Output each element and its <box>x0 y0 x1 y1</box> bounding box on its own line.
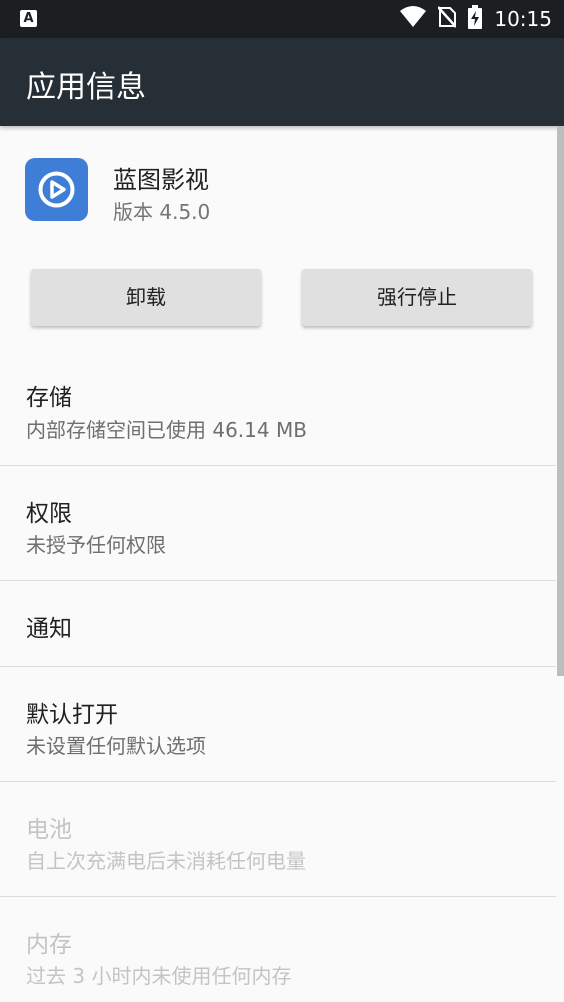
keyboard-a-icon: A <box>20 10 37 27</box>
list-item-open-by-default[interactable]: 默认打开 未设置任何默认选项 <box>0 667 556 781</box>
item-title: 权限 <box>26 501 72 527</box>
item-title: 默认打开 <box>26 702 118 728</box>
page-title: 应用信息 <box>26 70 146 105</box>
item-subtitle: 过去 3 小时内未使用任何内存 <box>26 964 292 988</box>
item-title: 存储 <box>26 385 72 411</box>
item-title: 通知 <box>26 616 72 642</box>
status-bar: A 10:15 <box>0 0 564 38</box>
item-subtitle: 自上次充满电后未消耗任何电量 <box>26 849 306 873</box>
wifi-icon <box>400 6 427 32</box>
list-item-permissions[interactable]: 权限 未授予任何权限 <box>0 466 556 580</box>
item-title: 内存 <box>26 932 72 958</box>
item-subtitle: 未授予任何权限 <box>26 533 166 557</box>
list-item-battery: 电池 自上次充满电后未消耗任何电量 <box>0 782 556 896</box>
app-name: 蓝图影视 <box>113 166 209 194</box>
item-subtitle: 未设置任何默认选项 <box>26 734 206 758</box>
list-item-notifications[interactable]: 通知 <box>0 581 556 666</box>
list-item-memory: 内存 过去 3 小时内未使用任何内存 <box>0 897 556 1002</box>
uninstall-button[interactable]: 卸载 <box>31 269 261 326</box>
app-version: 版本 4.5.0 <box>113 200 211 224</box>
no-sim-icon <box>437 6 458 32</box>
scrollbar[interactable] <box>557 126 564 676</box>
app-bar: 应用信息 <box>0 38 564 126</box>
status-time: 10:15 <box>494 7 552 31</box>
app-icon <box>25 158 88 221</box>
app-header: 蓝图影视 版本 4.5.0 <box>0 126 556 256</box>
item-subtitle: 内部存储空间已使用 46.14 MB <box>26 418 307 442</box>
battery-charging-icon <box>468 5 483 33</box>
play-icon <box>38 171 75 208</box>
force-stop-button[interactable]: 强行停止 <box>302 269 532 326</box>
item-title: 电池 <box>26 817 72 843</box>
list-item-storage[interactable]: 存储 内部存储空间已使用 46.14 MB <box>0 350 556 465</box>
